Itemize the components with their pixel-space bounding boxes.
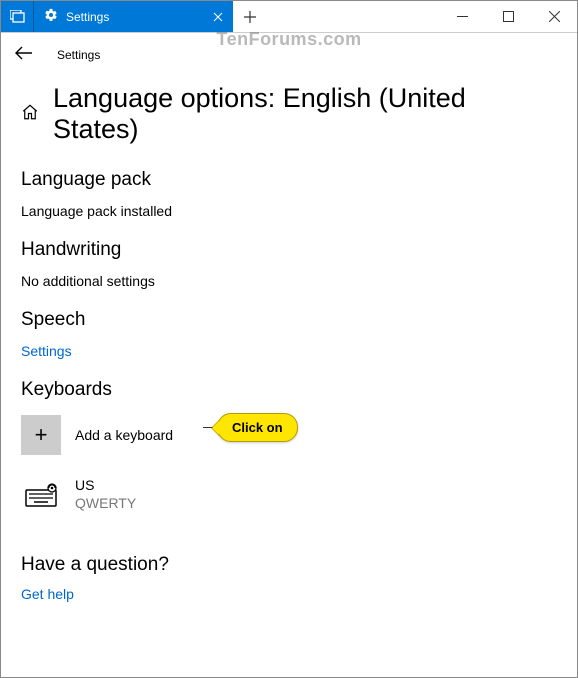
gear-icon [44,8,58,25]
close-icon [213,12,223,22]
page-title: Language options: English (United States… [53,83,557,145]
language-pack-status: Language pack installed [21,203,557,219]
handwriting-status: No additional settings [21,273,557,289]
keyboard-layout: QWERTY [75,495,136,513]
speech-heading: Speech [21,309,557,331]
tab-settings[interactable]: Settings [34,1,233,32]
language-pack-heading: Language pack [21,169,557,191]
nav-label: Settings [57,48,100,62]
tab-close-button[interactable] [209,8,227,26]
back-button[interactable] [15,45,39,65]
minimize-icon [457,11,468,22]
add-keyboard-button[interactable]: + [21,415,61,455]
home-icon [21,103,39,121]
task-view-button[interactable] [1,1,34,32]
close-icon [549,11,560,22]
keyboard-item[interactable]: US QWERTY [21,477,557,512]
get-help-link[interactable]: Get help [21,586,557,602]
titlebar: Settings [1,1,577,33]
keyboards-heading: Keyboards [21,379,557,401]
task-view-icon [10,10,25,23]
close-window-button[interactable] [531,1,577,32]
callout-bubble: Click on [217,413,298,442]
keyboard-icon [21,483,61,507]
home-button[interactable] [21,103,39,126]
nav-bar: Settings [1,33,577,77]
new-tab-button[interactable] [233,1,267,32]
add-keyboard-row[interactable]: + Add a keyboard Click on [21,415,557,455]
plus-icon: + [35,422,48,448]
handwriting-heading: Handwriting [21,239,557,261]
titlebar-drag-area [267,1,439,32]
annotation-callout: Click on [203,413,298,442]
back-arrow-icon [15,46,33,60]
keyboard-name: US [75,477,136,495]
add-keyboard-label: Add a keyboard [75,427,173,443]
speech-settings-link[interactable]: Settings [21,343,557,359]
question-heading: Have a question? [21,554,557,576]
tab-title: Settings [66,10,209,24]
minimize-button[interactable] [439,1,485,32]
plus-icon [244,11,256,23]
maximize-button[interactable] [485,1,531,32]
maximize-icon [503,11,514,22]
